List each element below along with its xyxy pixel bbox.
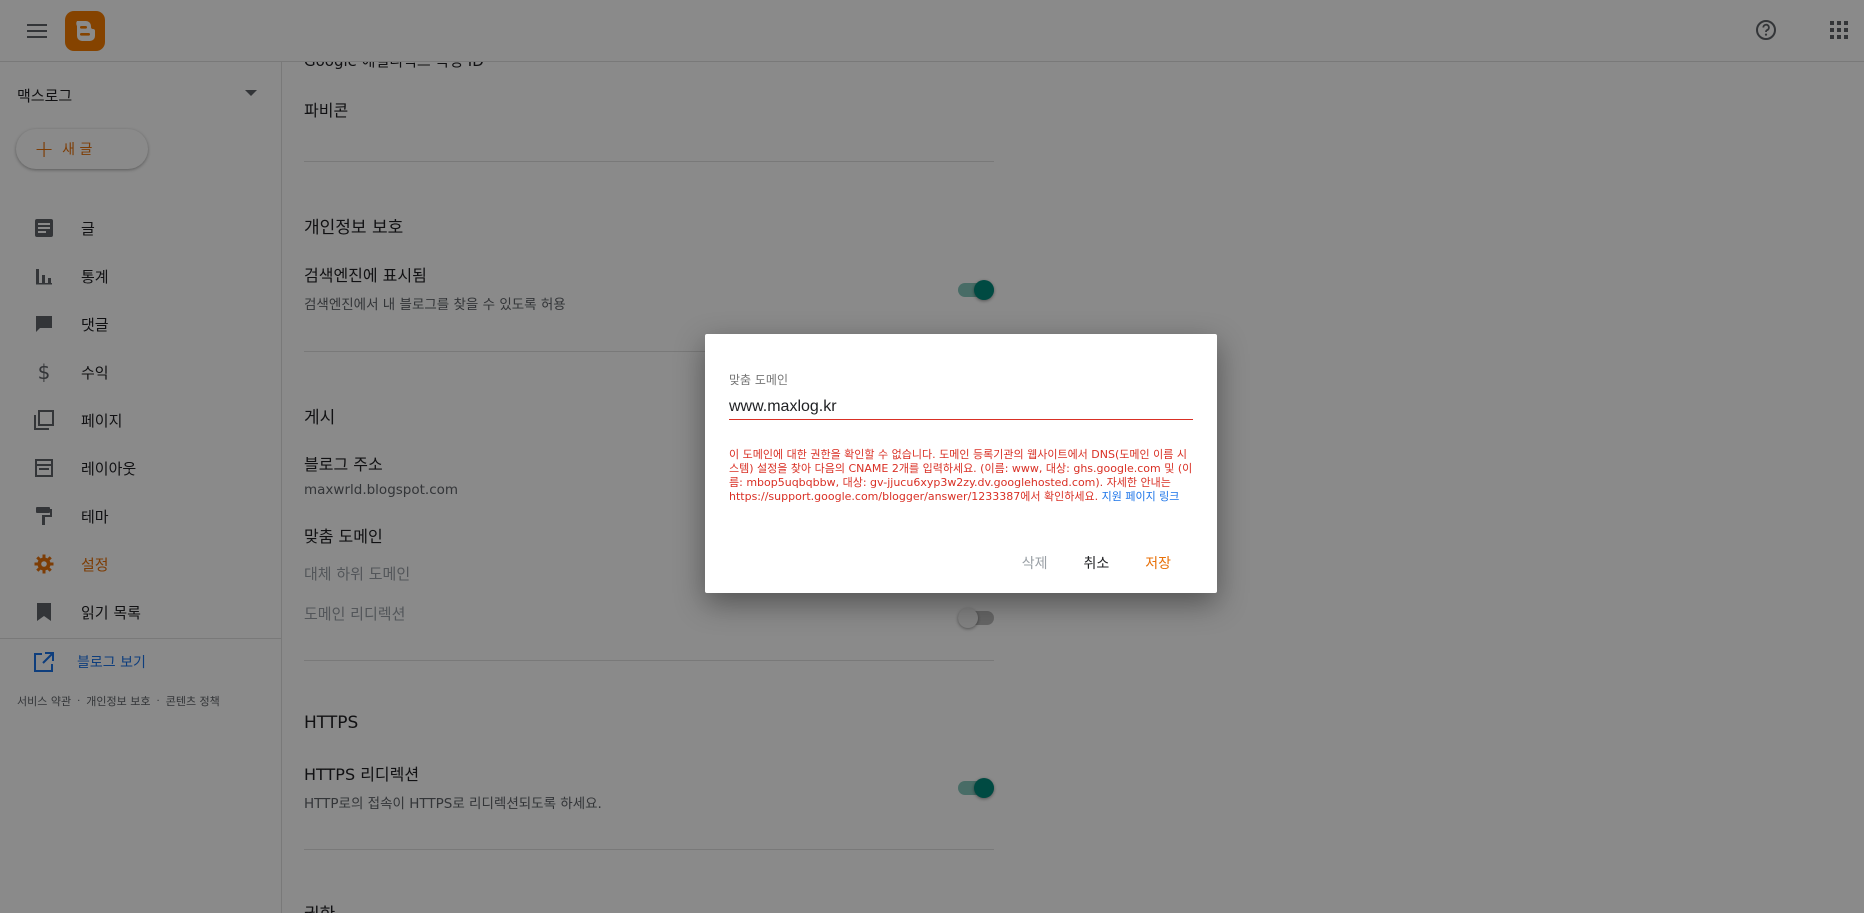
save-button[interactable]: 저장 [1127,548,1189,578]
cancel-button[interactable]: 취소 [1065,548,1127,578]
dialog-actions: 삭제 취소 저장 [1004,548,1189,578]
domain-error-message: 이 도메인에 대한 권한을 확인할 수 없습니다. 도메인 등록기관의 웹사이트… [729,448,1195,504]
blogger-app: 맥스로그 + 새 글 글 통계 댓글 $ 수익 페이지 레이아웃 테마 설정 읽… [0,0,1864,913]
delete-button[interactable]: 삭제 [1004,548,1066,578]
custom-domain-input[interactable] [729,394,1193,420]
custom-domain-dialog: 맞춤 도메인 이 도메인에 대한 권한을 확인할 수 없습니다. 도메인 등록기… [705,334,1217,593]
support-page-link[interactable]: 지원 페이지 링크 [1102,490,1180,503]
custom-domain-input-label: 맞춤 도메인 [729,373,789,387]
